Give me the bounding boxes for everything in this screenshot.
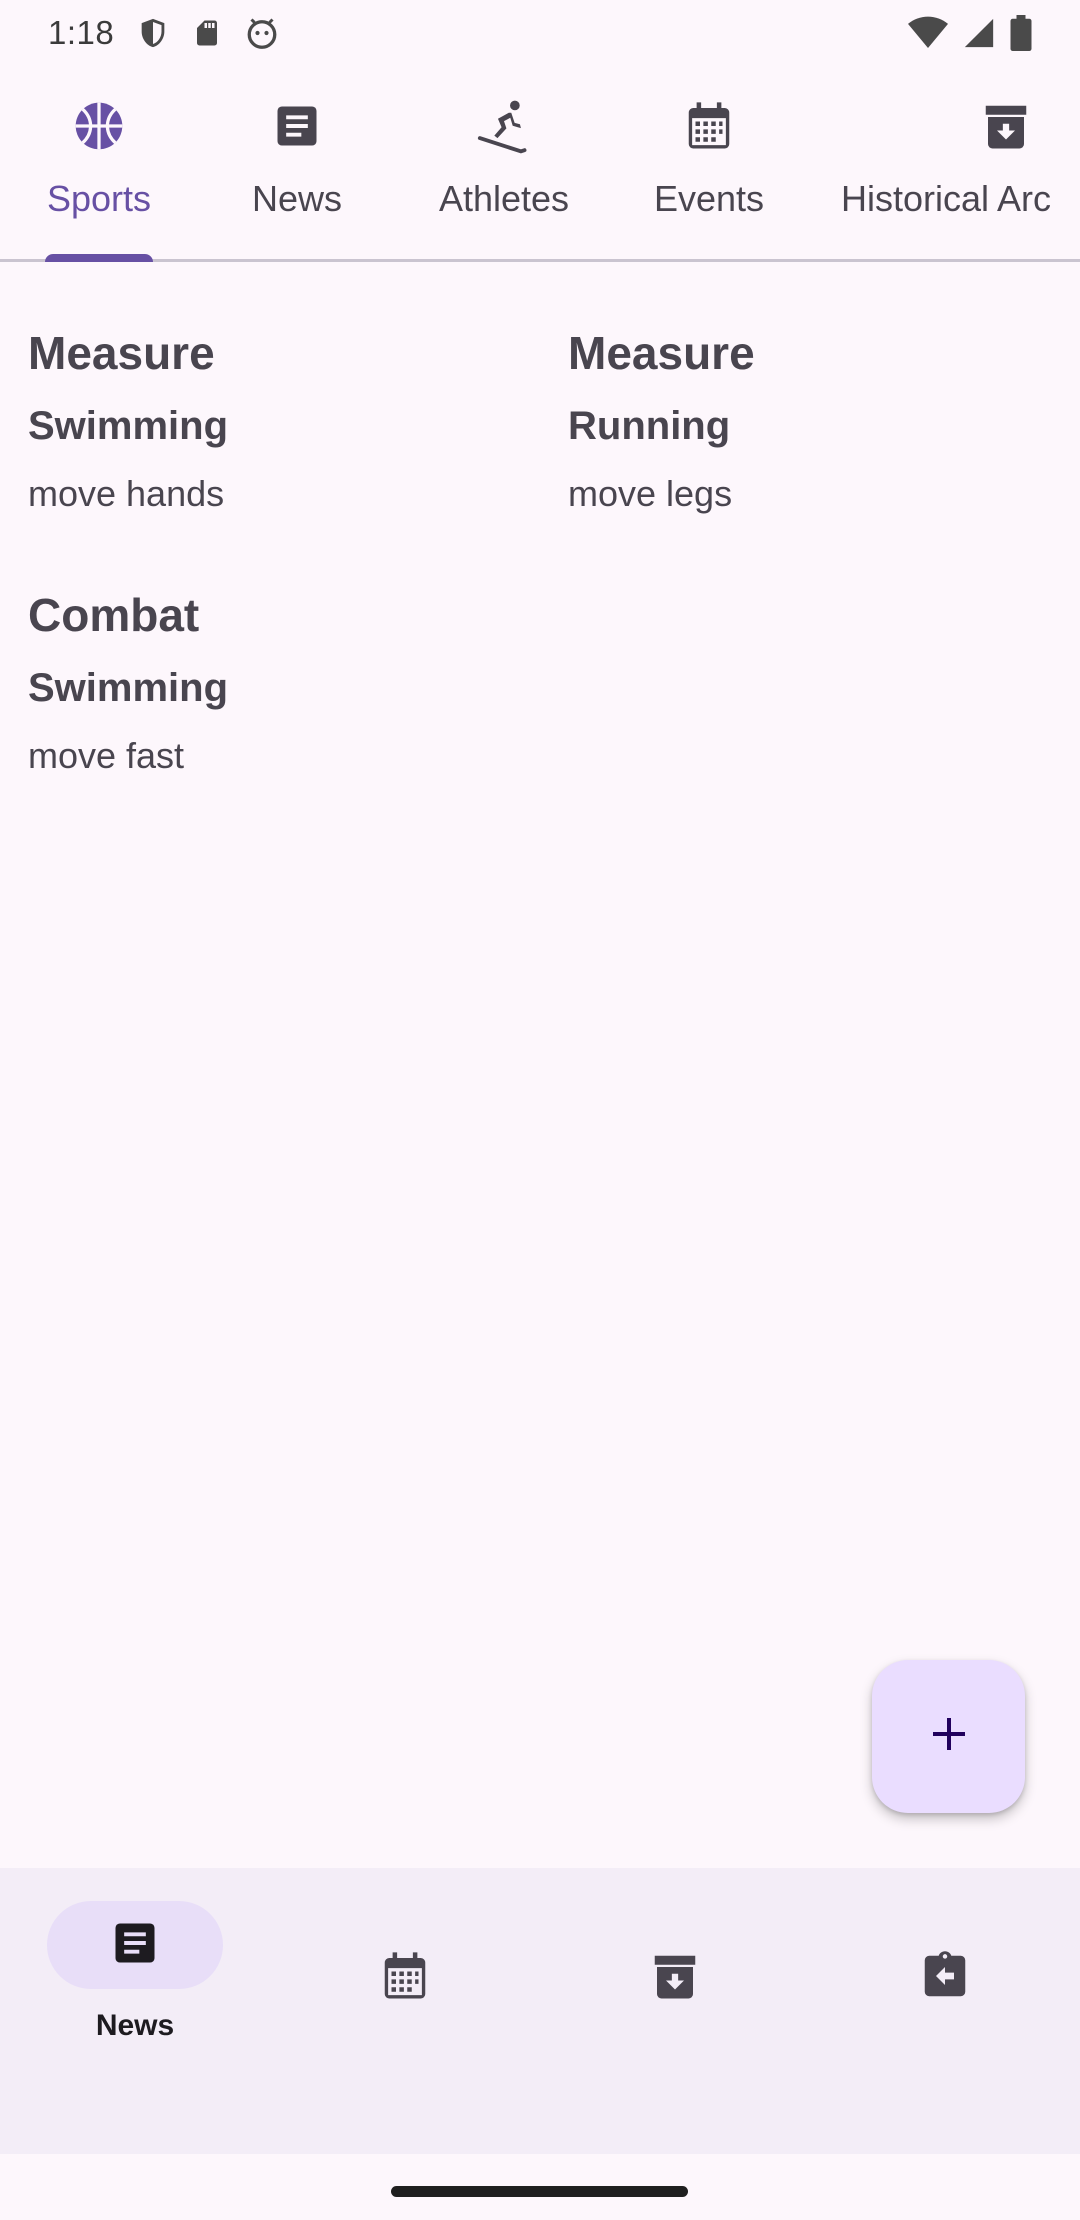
sport-card[interactable]: Measure Running move legs: [568, 330, 1068, 512]
status-right: [908, 15, 1032, 51]
card-title: Swimming: [28, 666, 229, 710]
card-title: Running: [568, 404, 731, 448]
status-bar: 1:18: [0, 0, 1080, 66]
nav-icon-container: [857, 1934, 1033, 2022]
status-time: 1:18: [48, 14, 115, 51]
card-category: Combat: [28, 589, 200, 641]
active-tab-indicator: [45, 254, 153, 262]
calendar-icon: [378, 1949, 432, 2008]
card-description: move legs: [568, 473, 733, 514]
tab-events[interactable]: Events: [610, 66, 808, 262]
gesture-navigation-area: [0, 2154, 1080, 2220]
card-title: Swimming: [28, 404, 229, 448]
bottom-nav-news[interactable]: News: [0, 1868, 270, 2154]
battery-icon: [1010, 15, 1032, 51]
nav-icon-container: [587, 1934, 763, 2022]
bottom-navigation: News: [0, 1868, 1080, 2154]
tab-historical-archive[interactable]: Historical Arc: [820, 66, 1080, 262]
sport-card[interactable]: Measure Swimming move hands: [28, 330, 528, 512]
plus-icon: [925, 1710, 973, 1763]
tab-label: Historical Arc: [841, 178, 1052, 219]
tab-label: Athletes: [438, 178, 570, 219]
sport-card[interactable]: Combat Swimming move fast: [28, 592, 528, 774]
article-icon: [267, 96, 327, 156]
skier-icon: [474, 96, 534, 156]
bottom-nav-events[interactable]: [270, 1868, 540, 2154]
app-screen: 1:18 Sports News Athletes Events Histori…: [0, 0, 1080, 2220]
wifi-icon: [908, 16, 948, 50]
calendar-icon: [679, 96, 739, 156]
basketball-icon: [69, 96, 129, 156]
tab-label: Sports: [46, 178, 152, 219]
tab-athletes[interactable]: Athletes: [405, 66, 603, 262]
tab-label: Events: [653, 178, 765, 219]
archive-icon: [976, 96, 1036, 156]
bottom-nav-assignment[interactable]: [810, 1868, 1080, 2154]
top-tab-bar: Sports News Athletes Events Historical A…: [0, 66, 1080, 262]
card-category: Measure: [568, 327, 755, 379]
cell-signal-icon: [962, 16, 996, 50]
android-debug-icon: [244, 15, 280, 51]
nav-label: News: [95, 2009, 175, 2042]
card-category: Measure: [28, 327, 215, 379]
status-left: 1:18: [48, 14, 280, 52]
home-gesture-handle[interactable]: [391, 2186, 688, 2197]
tab-label: News: [251, 178, 343, 219]
bottom-nav-archive[interactable]: [540, 1868, 810, 2154]
tab-news[interactable]: News: [198, 66, 396, 262]
archive-icon: [648, 1949, 702, 2008]
assignment-return-icon: [918, 1949, 972, 2008]
shield-icon: [136, 16, 170, 50]
article-icon: [109, 1917, 161, 1974]
sd-card-icon: [192, 16, 222, 50]
nav-active-indicator: [47, 1901, 223, 1989]
card-description: move hands: [28, 473, 225, 514]
card-description: move fast: [28, 735, 185, 776]
tab-sports[interactable]: Sports: [0, 66, 198, 262]
nav-icon-container: [317, 1934, 493, 2022]
add-fab-button[interactable]: [872, 1660, 1025, 1813]
